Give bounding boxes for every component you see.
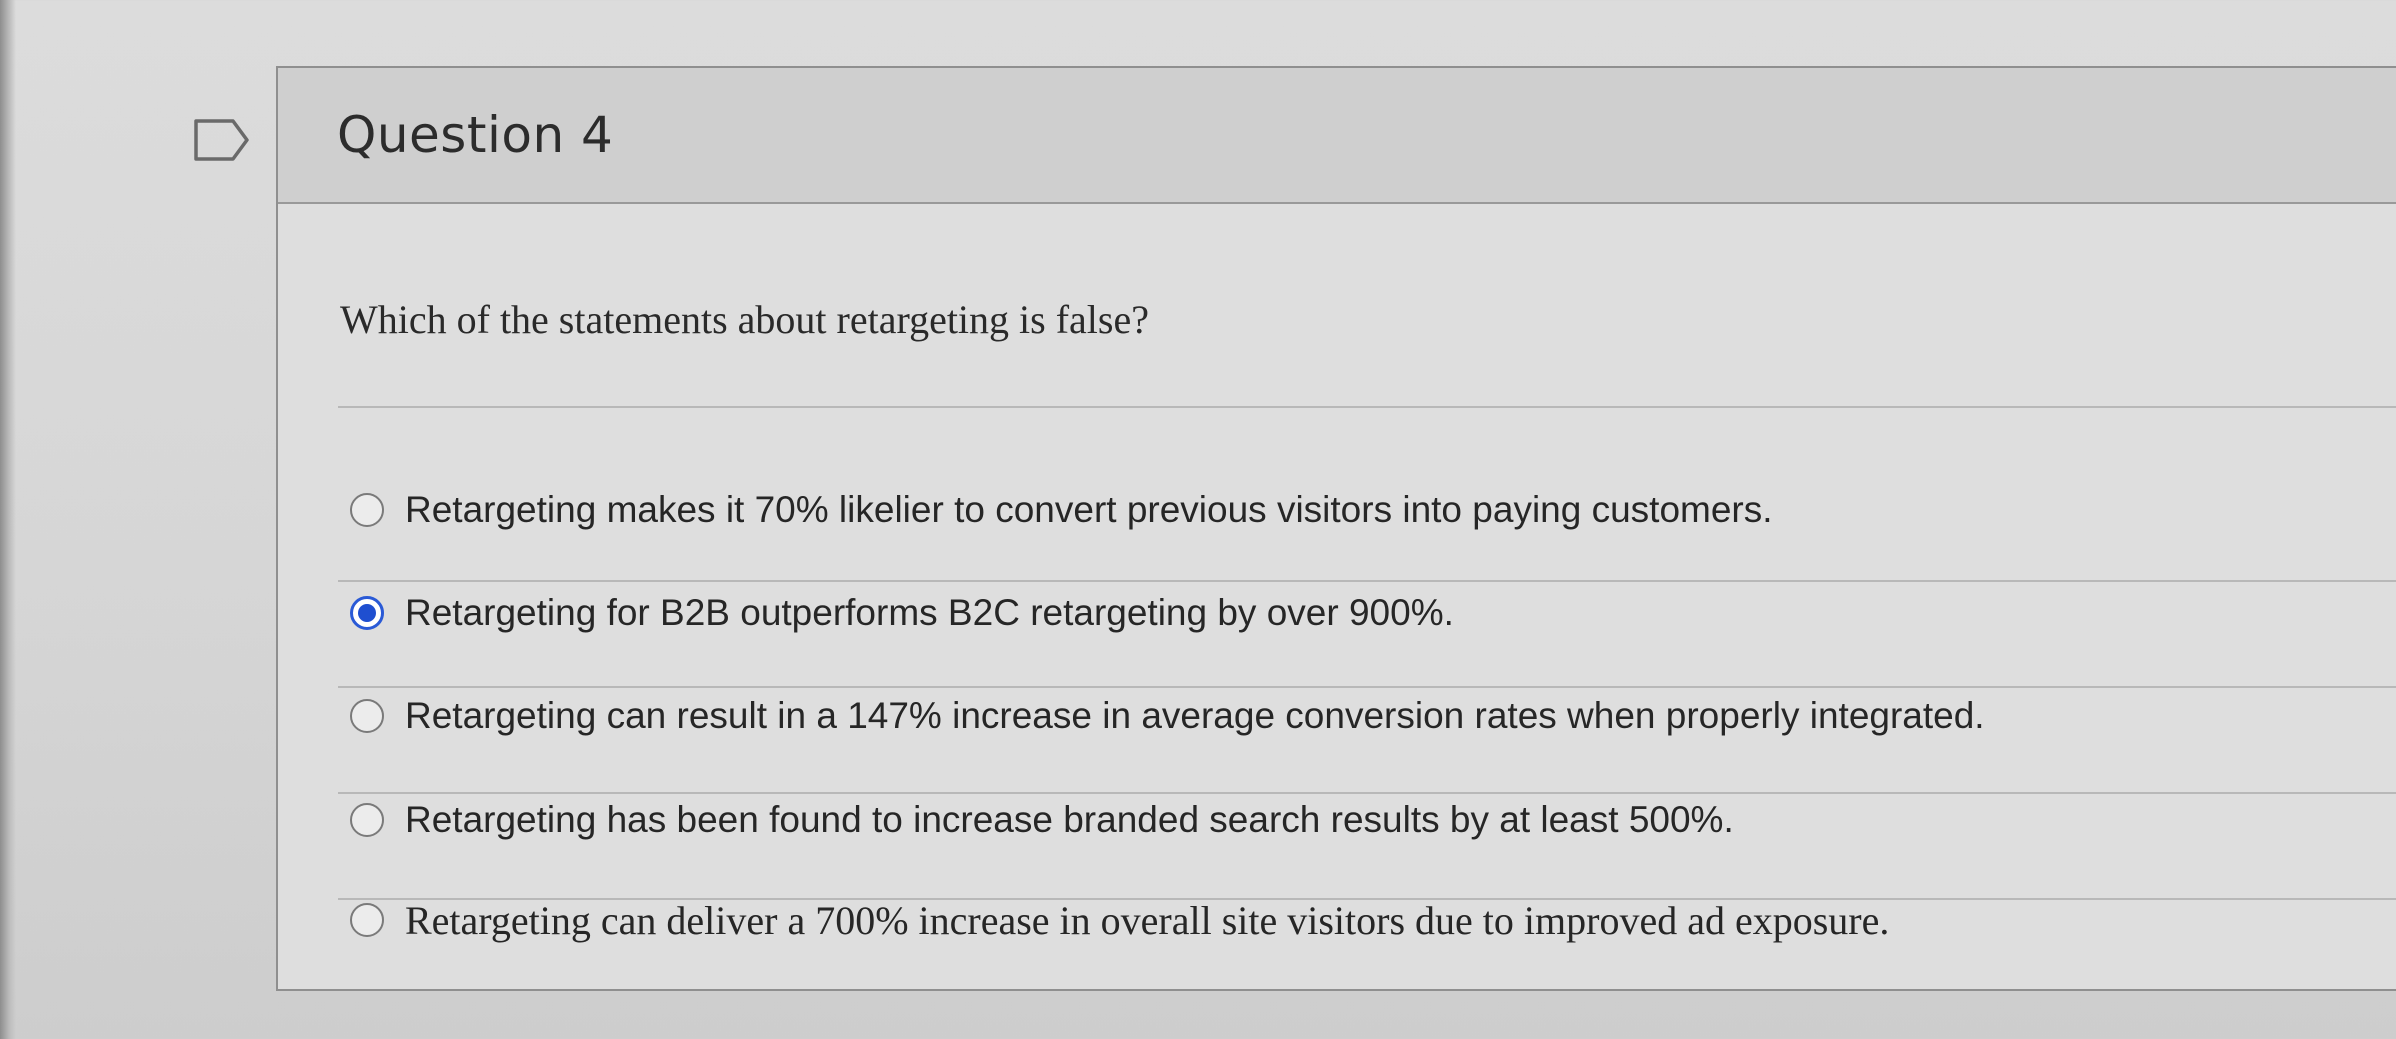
question-prompt: Which of the statements about retargetin…	[340, 297, 1149, 342]
answer-option-5[interactable]: Retargeting can deliver a 700% increase …	[350, 890, 1889, 950]
answer-label: Retargeting for B2B outperforms B2C reta…	[405, 592, 1454, 633]
answer-option-4[interactable]: Retargeting has been found to increase b…	[350, 790, 1734, 850]
radio-button-selected[interactable]	[350, 596, 384, 630]
radio-button[interactable]	[350, 493, 384, 527]
flag-question-icon[interactable]	[193, 118, 251, 162]
radio-button[interactable]	[350, 699, 384, 733]
radio-button[interactable]	[350, 903, 384, 937]
answer-option-3[interactable]: Retargeting can result in a 147% increas…	[350, 686, 1985, 746]
question-card: Question 4 Which of the statements about…	[276, 66, 2396, 991]
divider	[338, 406, 2396, 408]
answer-label: Retargeting makes it 70% likelier to con…	[405, 489, 1773, 530]
answer-option-1[interactable]: Retargeting makes it 70% likelier to con…	[350, 480, 1773, 540]
question-title: Question 4	[337, 106, 614, 164]
answer-label: Retargeting can deliver a 700% increase …	[405, 897, 1890, 943]
divider	[338, 580, 2396, 582]
radio-button[interactable]	[350, 803, 384, 837]
answer-label: Retargeting has been found to increase b…	[405, 799, 1734, 840]
screen-edge-shadow	[0, 0, 16, 1039]
question-header: Question 4	[278, 68, 2396, 204]
answer-option-2[interactable]: Retargeting for B2B outperforms B2C reta…	[350, 583, 1454, 643]
answer-label: Retargeting can result in a 147% increas…	[405, 695, 1985, 736]
